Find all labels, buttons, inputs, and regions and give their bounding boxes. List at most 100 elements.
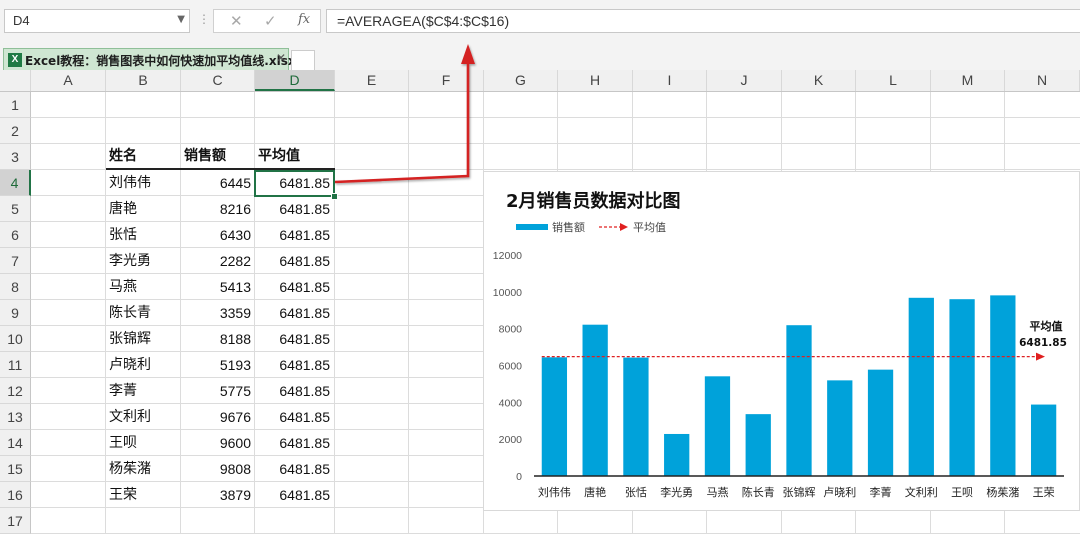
row-header-8[interactable]: 8 — [0, 274, 31, 300]
sales-cell[interactable]: 8216 — [181, 196, 251, 222]
bar-1[interactable] — [541, 357, 568, 476]
column-header-m[interactable]: M — [931, 70, 1005, 91]
bar-13[interactable] — [1030, 404, 1057, 476]
name-cell[interactable]: 王荣 — [109, 482, 137, 508]
column-header-b[interactable]: B — [106, 70, 181, 91]
bar-11[interactable] — [949, 299, 975, 476]
row-header-14[interactable]: 14 — [0, 430, 31, 456]
column-header-j[interactable]: J — [707, 70, 782, 91]
row-header-2[interactable]: 2 — [0, 118, 31, 144]
formula-input[interactable]: =AVERAGEA($C$4:$C$16) — [326, 9, 1080, 33]
header-name-cell[interactable]: 姓名 — [109, 143, 137, 169]
bar-9[interactable] — [867, 369, 894, 476]
average-cell[interactable]: 6481.85 — [255, 404, 330, 430]
column-header-l[interactable]: L — [856, 70, 931, 91]
average-cell[interactable]: 6481.85 — [255, 300, 330, 326]
bar-10[interactable] — [908, 297, 934, 476]
average-cell[interactable]: 6481.85 — [255, 196, 330, 222]
insert-function-icon[interactable]: fx — [298, 12, 310, 27]
more-options-icon[interactable]: ⋮ — [198, 12, 210, 26]
average-cell[interactable]: 6481.85 — [255, 456, 330, 482]
column-header-bar: A B C D E F G H I J K L M N — [0, 70, 1080, 92]
chart-area[interactable]: 2月销售员数据对比图 销售额 平均值 0 2000 4000 6000 8000 1000… — [483, 171, 1080, 511]
column-header-g[interactable]: G — [484, 70, 558, 91]
bar-8[interactable] — [827, 380, 853, 476]
average-cell[interactable]: 6481.85 — [255, 352, 330, 378]
chevron-down-icon[interactable]: ▼ — [177, 14, 185, 25]
average-cell[interactable]: 6481.85 — [255, 326, 330, 352]
average-cell[interactable]: 6481.85 — [255, 222, 330, 248]
row-header-11[interactable]: 11 — [0, 352, 31, 378]
row-header-15[interactable]: 15 — [0, 456, 31, 482]
row-header-7[interactable]: 7 — [0, 248, 31, 274]
sales-cell[interactable]: 3879 — [181, 482, 251, 508]
sales-cell[interactable]: 5193 — [181, 352, 251, 378]
row-header-12[interactable]: 12 — [0, 378, 31, 404]
column-header-i[interactable]: I — [633, 70, 707, 91]
column-header-h[interactable]: H — [558, 70, 633, 91]
close-icon[interactable]: ✕ — [276, 51, 286, 65]
name-cell[interactable]: 刘伟伟 — [109, 170, 151, 196]
row-header-17[interactable]: 17 — [0, 508, 31, 534]
name-cell[interactable]: 卢晓利 — [109, 352, 151, 378]
average-cell[interactable]: 6481.85 — [255, 248, 330, 274]
bar-5[interactable] — [704, 376, 731, 476]
row-header-9[interactable]: 9 — [0, 300, 31, 326]
row-header-4[interactable]: 4 — [0, 170, 31, 196]
column-header-a[interactable]: A — [31, 70, 106, 91]
bar-12[interactable] — [990, 295, 1016, 476]
name-cell[interactable]: 马燕 — [109, 274, 137, 300]
bar-7[interactable] — [786, 325, 812, 476]
new-workbook-tab[interactable] — [291, 50, 315, 71]
workbook-tab[interactable]: X Excel教程：销售图表中如何快速加平均值线.xlsx ✕ — [3, 48, 296, 71]
select-all-corner[interactable] — [0, 70, 31, 91]
bar-6[interactable] — [745, 414, 771, 476]
header-average-cell[interactable]: 平均值 — [258, 143, 300, 169]
name-cell[interactable]: 李光勇 — [109, 248, 151, 274]
row-header-5[interactable]: 5 — [0, 196, 31, 222]
sales-cell[interactable]: 8188 — [181, 326, 251, 352]
sales-cell[interactable]: 9676 — [181, 404, 251, 430]
average-cell[interactable]: 6481.85 — [255, 482, 330, 508]
average-cell[interactable]: 6481.85 — [255, 378, 330, 404]
name-cell[interactable]: 陈长青 — [109, 300, 151, 326]
column-header-n[interactable]: N — [1005, 70, 1080, 91]
name-box[interactable]: D4 ▼ — [4, 9, 190, 33]
cancel-icon[interactable]: ✕ — [230, 12, 243, 30]
header-sales-cell[interactable]: 销售额 — [184, 143, 226, 169]
row-header-10[interactable]: 10 — [0, 326, 31, 352]
bar-4[interactable] — [664, 433, 690, 476]
enter-icon[interactable]: ✓ — [264, 12, 277, 30]
name-cell[interactable]: 张锦辉 — [109, 326, 151, 352]
row-header-1[interactable]: 1 — [0, 92, 31, 118]
sales-cell[interactable]: 2282 — [181, 248, 251, 274]
column-header-d[interactable]: D — [255, 70, 335, 91]
row-header-16[interactable]: 16 — [0, 482, 31, 508]
name-cell[interactable]: 王呗 — [109, 430, 137, 456]
sales-cell[interactable]: 6430 — [181, 222, 251, 248]
column-header-f[interactable]: F — [409, 70, 484, 91]
bar-2[interactable] — [582, 324, 608, 476]
name-cell[interactable]: 文利利 — [109, 404, 151, 430]
name-cell[interactable]: 张恬 — [109, 222, 137, 248]
sales-cell[interactable]: 5413 — [181, 274, 251, 300]
sales-cell[interactable]: 5775 — [181, 378, 251, 404]
column-header-k[interactable]: K — [782, 70, 856, 91]
sales-cell[interactable]: 9808 — [181, 456, 251, 482]
name-cell[interactable]: 杨茱潴 — [109, 456, 151, 482]
name-cell[interactable]: 李菁 — [109, 378, 137, 404]
sales-cell[interactable]: 9600 — [181, 430, 251, 456]
row-header-3[interactable]: 3 — [0, 144, 31, 170]
row-header-13[interactable]: 13 — [0, 404, 31, 430]
name-cell[interactable]: 唐艳 — [109, 196, 137, 222]
name-box-value: D4 — [13, 13, 30, 28]
average-cell[interactable]: 6481.85 — [255, 274, 330, 300]
row-header-6[interactable]: 6 — [0, 222, 31, 248]
fill-handle[interactable] — [331, 193, 338, 200]
average-cell[interactable]: 6481.85 — [255, 430, 330, 456]
sales-cell[interactable]: 6445 — [181, 170, 251, 196]
sales-cell[interactable]: 3359 — [181, 300, 251, 326]
column-header-c[interactable]: C — [181, 70, 255, 91]
bar-3[interactable] — [623, 357, 649, 476]
column-header-e[interactable]: E — [335, 70, 409, 91]
